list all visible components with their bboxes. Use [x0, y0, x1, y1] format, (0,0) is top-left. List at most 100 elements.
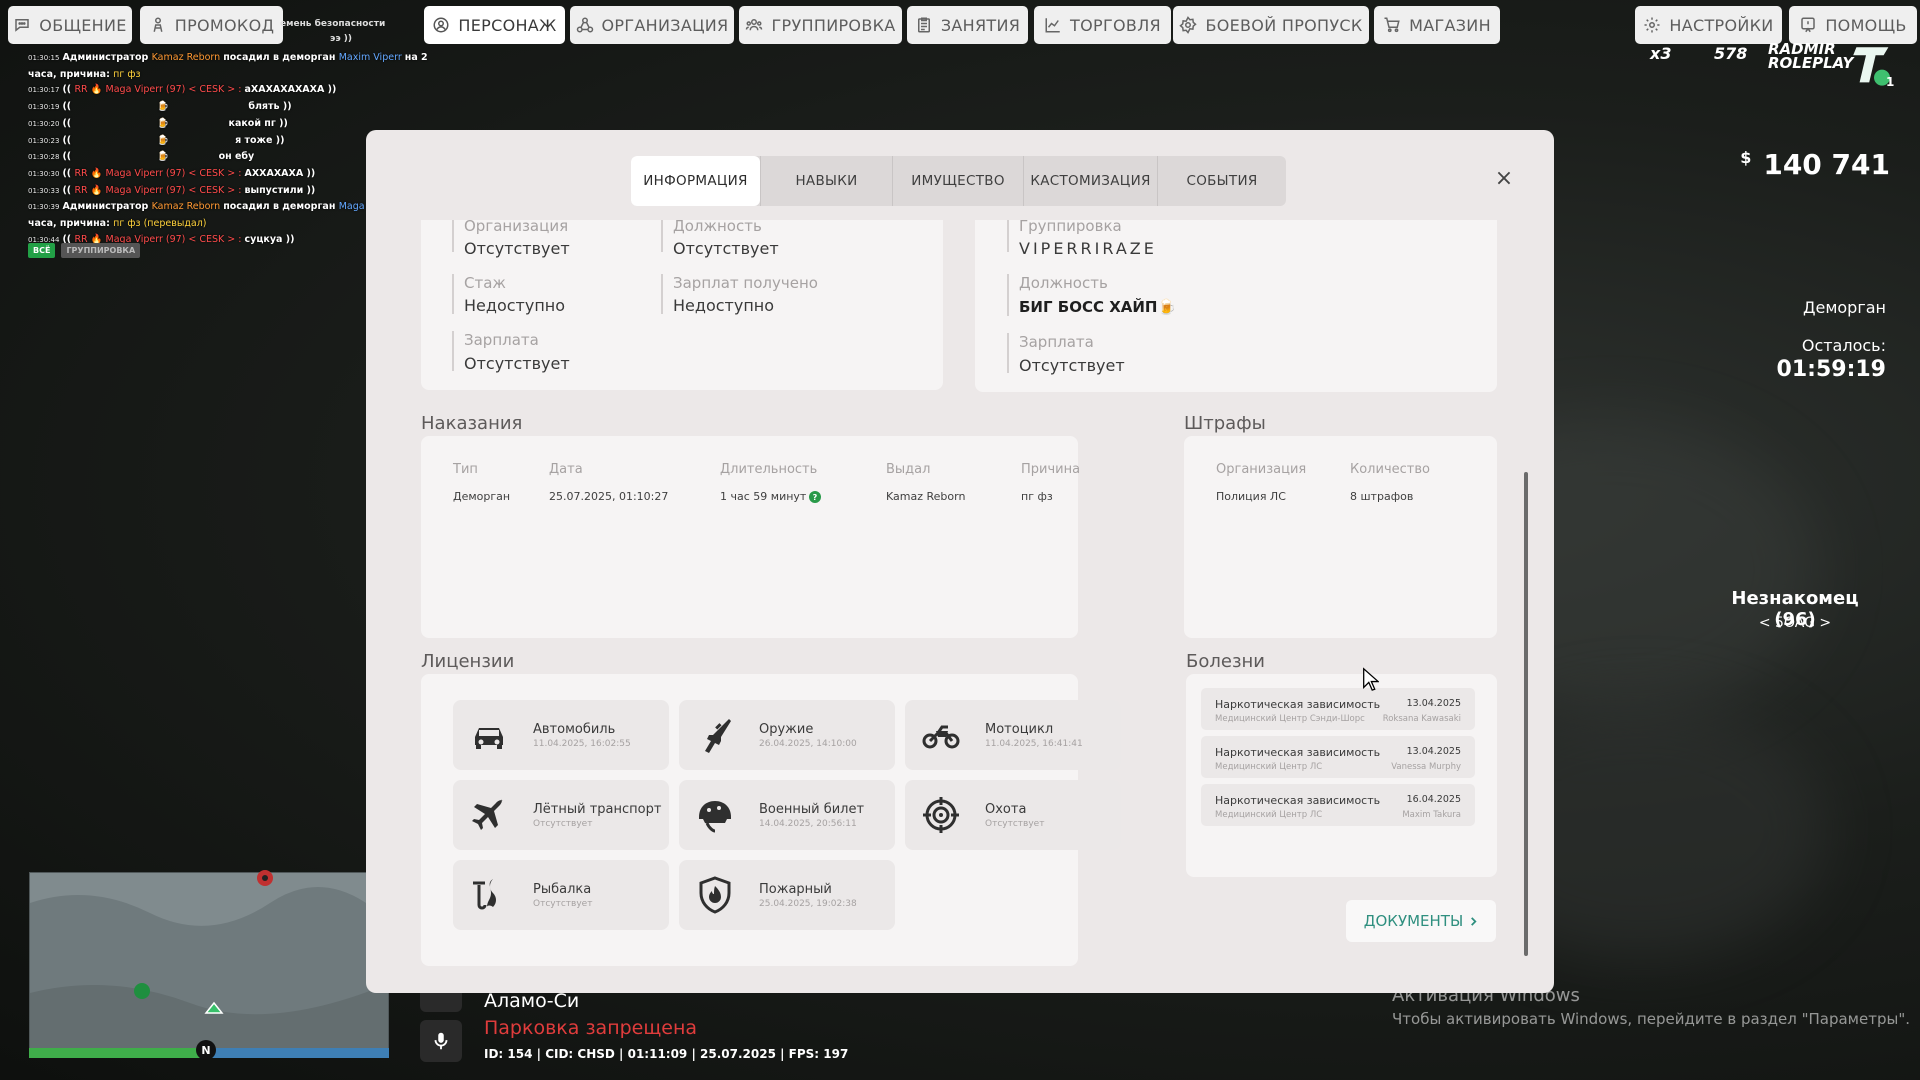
license-date: 14.04.2025, 20:56:11 — [759, 819, 857, 829]
disease-date: 16.04.2025 — [1406, 794, 1461, 805]
close-button[interactable]: × — [1490, 164, 1518, 192]
nav-activities-button[interactable]: ЗАНЯТИЯ — [907, 6, 1028, 44]
post-label: Должность — [673, 217, 762, 235]
nav-promo-button[interactable]: ПРОМОКОД — [140, 6, 283, 44]
divider — [1007, 220, 1009, 252]
chat-text: 🍺 какой пг )) — [74, 117, 288, 129]
license-name: Охота — [985, 802, 1027, 817]
nav-trade-button[interactable]: ТОРГОВЛЯ — [1034, 6, 1171, 44]
disease-date: 13.04.2025 — [1406, 746, 1461, 757]
license-weapon[interactable]: Оружие 26.04.2025, 14:10:00 — [679, 700, 895, 770]
documents-label: ДОКУМЕНТЫ — [1363, 912, 1464, 930]
chat-text: Администратор — [62, 52, 152, 63]
license-firefighter[interactable]: Пожарный 25.04.2025, 19:02:38 — [679, 860, 895, 930]
license-name: Военный билет — [759, 802, 865, 817]
plane-icon — [472, 799, 503, 830]
chat-tab-all[interactable]: ВСЁ — [28, 243, 56, 258]
license-name: Оружие — [759, 722, 814, 737]
tab-events[interactable]: СОБЫТИЯ — [1157, 156, 1286, 206]
chat-text: посадил в деморган — [223, 201, 339, 213]
nav-help-button[interactable]: ПОМОЩЬ — [1789, 6, 1917, 44]
experience-value: Недоступно — [464, 296, 566, 315]
mouse-cursor-icon — [1363, 667, 1379, 691]
tab-property[interactable]: ИМУЩЕСТВО — [892, 156, 1023, 206]
session-stats: ID: 154 | CID: CHSD | 01:11:09 | 25.07.2… — [484, 1047, 849, 1061]
nav-label: ПЕРСОНАЖ — [458, 15, 557, 35]
nav-group-button[interactable]: ГРУППИРОВКА — [739, 6, 902, 44]
license-military[interactable]: Военный билет 14.04.2025, 20:56:11 — [679, 780, 895, 850]
disease-doctor: Roksana Kawasaki — [1382, 714, 1461, 724]
tab-customization[interactable]: КАСТОМИЗАЦИЯ — [1023, 156, 1157, 206]
location-name: Аламо-Си — [484, 990, 580, 1012]
nav-organization-button[interactable]: ОРГАНИЗАЦИЯ — [570, 6, 734, 44]
disease-name: Наркотическая зависимость — [1215, 746, 1381, 759]
chat-text: на 2 — [404, 52, 428, 63]
divider — [452, 331, 454, 371]
microphone-icon — [434, 1032, 448, 1050]
nav-character-button[interactable]: ПЕРСОНАЖ — [424, 6, 565, 44]
currency-sign: $ — [1740, 148, 1752, 167]
license-fishing[interactable]: Рыбалка Отсутствует — [453, 860, 669, 930]
license-date: 26.04.2025, 14:10:00 — [759, 739, 857, 749]
minimap-terrain — [30, 873, 388, 1049]
money-value: 140 741 — [1763, 148, 1890, 181]
time-left-value: 01:59:19 — [1776, 357, 1886, 382]
logo-line: ROLEPLAY — [1768, 54, 1854, 72]
nav-chat-button[interactable]: ОБЩЕНИЕ — [8, 6, 132, 44]
chat-text: (( — [62, 184, 75, 196]
modal-tabs: ИНФОРМАЦИЯ НАВЫКИ ИМУЩЕСТВО КАСТОМИЗАЦИЯ… — [631, 156, 1286, 206]
disease-date: 13.04.2025 — [1406, 698, 1461, 709]
license-name: Пожарный — [759, 882, 832, 897]
chat-text: Maga — [338, 201, 365, 213]
column-header: Причина — [1021, 462, 1081, 477]
chat-tab-group[interactable]: ГРУППИРОВКА — [61, 243, 141, 258]
column-header: Длительность — [720, 462, 818, 477]
server-logo: x3 578 RADMIR ROLEPLAY 1 — [1650, 40, 1895, 100]
documents-button[interactable]: ДОКУМЕНТЫ — [1346, 900, 1496, 942]
chat-text: (( — [62, 84, 75, 96]
license-aviation[interactable]: Лётный транспорт Отсутствует — [453, 780, 669, 850]
scrollbar[interactable] — [1524, 472, 1528, 956]
chat-timestamp: 01:30:20 — [28, 119, 60, 128]
microphone-button[interactable] — [420, 1020, 462, 1062]
cell-duration: 1 час 59 минут — [720, 490, 807, 503]
tab-information[interactable]: ИНФОРМАЦИЯ — [631, 156, 760, 206]
chat-text: пг фз — [113, 68, 141, 80]
nav-label: ГРУППИРОВКА — [771, 15, 896, 35]
parking-warning: Парковка запрещена — [484, 1017, 698, 1039]
license-date: Отсутствует — [533, 819, 593, 829]
motorcycle-icon — [922, 725, 960, 749]
help-icon[interactable]: ? — [809, 491, 821, 503]
license-name: Автомобиль — [533, 722, 616, 737]
organization-icon — [576, 17, 593, 33]
nav-settings-button[interactable]: НАСТРОЙКИ — [1635, 6, 1782, 44]
license-motorcycle[interactable]: Мотоцикл 11.04.2025, 16:41:41 — [905, 700, 1121, 770]
nav-battlepass-button[interactable]: БОЕВОЙ ПРОПУСК — [1173, 6, 1369, 44]
chat-icon — [15, 19, 30, 32]
license-hunting[interactable]: Охота Отсутствует — [905, 780, 1121, 850]
fishing-icon — [473, 879, 496, 910]
clipboard-icon — [917, 17, 930, 33]
chat-tabs: ВСЁ ГРУППИРОВКА — [28, 243, 141, 258]
chat-text: (( — [62, 101, 75, 113]
divider — [1007, 333, 1009, 373]
chat-text: RR 🔥 Maga Viperr (97) < CESK > : — [74, 167, 245, 179]
chat-timestamp: 01:30:30 — [28, 169, 60, 178]
multiplier-badge: x3 — [1650, 44, 1672, 63]
chat-text: АХХАХАХА )) — [244, 167, 316, 179]
nav-label: НАСТРОЙКИ — [1669, 15, 1774, 35]
nav-label: БОЕВОЙ ПРОПУСК — [1205, 15, 1363, 35]
chat-overlay-text: емень безопасности — [280, 19, 386, 29]
salary-received-label: Зарплат получено — [673, 274, 818, 292]
disease-item: Наркотическая зависимость 13.04.2025 Мед… — [1201, 736, 1475, 778]
nav-shop-button[interactable]: МАГАЗИН — [1374, 6, 1500, 44]
divider — [452, 220, 454, 252]
compass-north: N — [196, 1040, 216, 1060]
chat-text: пг фз (перевыдал) — [113, 218, 207, 230]
chat-text: посадил в деморган — [223, 52, 339, 63]
disease-clinic: Медицинский Центр ЛС — [1215, 810, 1323, 820]
license-car[interactable]: Автомобиль 11.04.2025, 16:02:55 — [453, 700, 669, 770]
table-row: Полиция ЛС 8 штрафов — [1184, 490, 1497, 508]
disease-name: Наркотическая зависимость — [1215, 698, 1381, 711]
tab-skills[interactable]: НАВЫКИ — [760, 156, 892, 206]
